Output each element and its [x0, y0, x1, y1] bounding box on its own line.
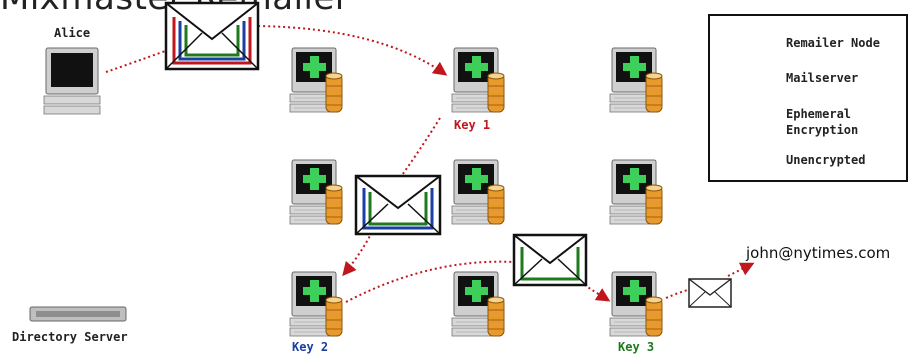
path-key3-to-envelope4: [665, 289, 689, 299]
remailer-node-icon: [289, 159, 343, 225]
remailer-node-icon: [609, 159, 663, 225]
directory-server-icon: [29, 306, 127, 322]
remailer-node-icon: [609, 47, 663, 113]
remailer-node-icon: [289, 47, 343, 113]
path-envelope4-to-destination: [727, 262, 755, 277]
alice-label: Alice: [54, 26, 91, 40]
legend-mailserver-label: Mailserver: [786, 71, 859, 85]
alice-computer-icon: [43, 47, 101, 115]
key1-label: Key 1: [454, 118, 491, 132]
destination-email: john@nytimes.com: [746, 244, 891, 262]
legend-remailer-node-label: Remailer Node: [786, 36, 880, 50]
path-to-key1: [257, 25, 448, 76]
envelope-icon: [512, 233, 588, 287]
remailer-node-icon: [289, 271, 343, 337]
remailer-node-icon: [609, 271, 663, 337]
key2-label: Key 2: [292, 340, 329, 354]
envelope-icon: [164, 1, 260, 71]
path-key1-to-envelope2: [399, 117, 441, 179]
key3-label: Key 3: [618, 340, 655, 354]
path-alice-to-envelope: [105, 49, 169, 73]
envelope-icon: [354, 174, 442, 236]
directory-server-label: Directory Server: [12, 330, 128, 344]
remailer-node-icon: [451, 159, 505, 225]
remailer-node-icon: [451, 271, 505, 337]
legend-ephemeral-label-line2: Encryption: [786, 123, 859, 137]
legend-unencrypted-label: Unencrypted: [786, 153, 866, 167]
envelope-icon: [688, 278, 732, 308]
remailer-node-icon: [451, 47, 505, 113]
path-envelope2-to-key2: [342, 231, 373, 277]
legend-ephemeral-label-line1: Ephemeral: [786, 107, 852, 121]
